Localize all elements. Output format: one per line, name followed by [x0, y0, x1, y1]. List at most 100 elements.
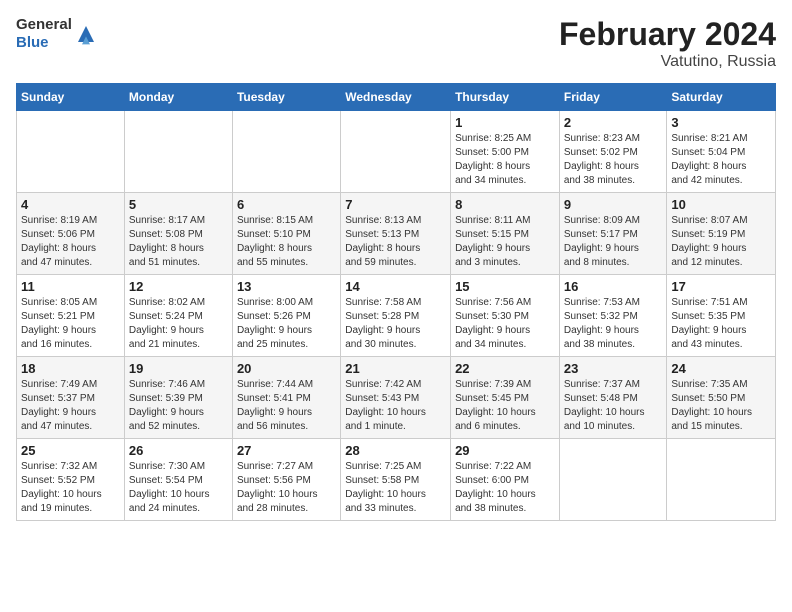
day-info: Sunrise: 8:23 AMSunset: 5:02 PMDaylight:…: [564, 132, 663, 188]
day-number: 18: [21, 361, 120, 376]
day-info: Sunrise: 7:58 AMSunset: 5:28 PMDaylight:…: [345, 296, 446, 352]
calendar-body: 1 Sunrise: 8:25 AMSunset: 5:00 PMDaylight…: [17, 111, 776, 521]
calendar-week-row: 1 Sunrise: 8:25 AMSunset: 5:00 PMDaylight…: [17, 111, 776, 193]
day-info: Sunrise: 7:30 AMSunset: 5:54 PMDaylight:…: [129, 460, 228, 516]
day-number: 19: [129, 361, 228, 376]
calendar-cell: 16 Sunrise: 7:53 AMSunset: 5:32 PMDayligh…: [559, 275, 667, 357]
logo-general: General: [16, 16, 72, 34]
day-info: Sunrise: 8:25 AMSunset: 5:00 PMDaylight:…: [455, 132, 555, 188]
calendar-cell: 14 Sunrise: 7:58 AMSunset: 5:28 PMDayligh…: [341, 275, 451, 357]
calendar-cell: 18 Sunrise: 7:49 AMSunset: 5:37 PMDayligh…: [17, 357, 125, 439]
day-number: 12: [129, 279, 228, 294]
day-info: Sunrise: 7:27 AMSunset: 5:56 PMDaylight:…: [237, 460, 336, 516]
calendar-cell: 8Sunrise: 8:11 AMSunset: 5:15 PMDaylight…: [451, 193, 560, 275]
day-info: Sunrise: 8:00 AMSunset: 5:26 PMDaylight:…: [237, 296, 336, 352]
calendar-cell: 13 Sunrise: 8:00 AMSunset: 5:26 PMDayligh…: [232, 275, 340, 357]
day-info: Sunrise: 7:46 AMSunset: 5:39 PMDaylight:…: [129, 378, 228, 434]
page-subtitle: Vatutino, Russia: [559, 53, 776, 71]
day-info: Sunrise: 8:19 AMSunset: 5:06 PMDaylight:…: [21, 214, 120, 270]
day-number: 16: [564, 279, 663, 294]
day-number: 1: [455, 115, 555, 130]
calendar-cell: 22Sunrise: 7:39 AMSunset: 5:45 PMDayligh…: [451, 357, 560, 439]
calendar-cell: [124, 111, 232, 193]
calendar-cell: 26Sunrise: 7:30 AMSunset: 5:54 PMDayligh…: [124, 439, 232, 521]
day-number: 24: [671, 361, 771, 376]
day-number: 9: [564, 197, 663, 212]
day-number: 7: [345, 197, 446, 212]
day-number: 2: [564, 115, 663, 130]
calendar-week-row: 18 Sunrise: 7:49 AMSunset: 5:37 PMDayligh…: [17, 357, 776, 439]
calendar-cell: 11 Sunrise: 8:05 AMSunset: 5:21 PMDayligh…: [17, 275, 125, 357]
calendar-cell: 15 Sunrise: 7:56 AMSunset: 5:30 PMDayligh…: [451, 275, 560, 357]
weekday-header: Friday: [559, 84, 667, 111]
day-info: Sunrise: 7:51 AMSunset: 5:35 PMDaylight:…: [671, 296, 771, 352]
logo-text: General Blue: [16, 16, 72, 52]
weekday-header: Thursday: [451, 84, 560, 111]
calendar-cell: 3 Sunrise: 8:21 AMSunset: 5:04 PMDaylight…: [667, 111, 776, 193]
calendar-cell: 10 Sunrise: 8:07 AMSunset: 5:19 PMDayligh…: [667, 193, 776, 275]
day-info: Sunrise: 7:25 AMSunset: 5:58 PMDaylight:…: [345, 460, 446, 516]
calendar-cell: 7 Sunrise: 8:13 AMSunset: 5:13 PMDaylight…: [341, 193, 451, 275]
calendar-cell: [341, 111, 451, 193]
day-info: Sunrise: 7:56 AMSunset: 5:30 PMDaylight:…: [455, 296, 555, 352]
day-number: 8: [455, 197, 555, 212]
day-info: Sunrise: 7:42 AMSunset: 5:43 PMDaylight:…: [345, 378, 446, 434]
logo-blue: Blue: [16, 34, 72, 52]
calendar-cell: 21 Sunrise: 7:42 AMSunset: 5:43 PMDayligh…: [341, 357, 451, 439]
calendar-cell: [559, 439, 667, 521]
day-number: 23: [564, 361, 663, 376]
day-info: Sunrise: 7:49 AMSunset: 5:37 PMDaylight:…: [21, 378, 120, 434]
day-info: Sunrise: 8:09 AMSunset: 5:17 PMDaylight:…: [564, 214, 663, 270]
day-number: 20: [237, 361, 336, 376]
calendar-table: SundayMondayTuesdayWednesdayThursdayFrid…: [16, 83, 776, 521]
calendar-cell: 25Sunrise: 7:32 AMSunset: 5:52 PMDayligh…: [17, 439, 125, 521]
day-info: Sunrise: 7:37 AMSunset: 5:48 PMDaylight:…: [564, 378, 663, 434]
day-number: 3: [671, 115, 771, 130]
day-number: 6: [237, 197, 336, 212]
calendar-cell: 2 Sunrise: 8:23 AMSunset: 5:02 PMDaylight…: [559, 111, 667, 193]
calendar-cell: 20 Sunrise: 7:44 AMSunset: 5:41 PMDayligh…: [232, 357, 340, 439]
logo: General Blue: [16, 16, 98, 52]
calendar-header: SundayMondayTuesdayWednesdayThursdayFrid…: [17, 84, 776, 111]
day-number: 17: [671, 279, 771, 294]
logo-icon: [74, 22, 98, 46]
day-number: 5: [129, 197, 228, 212]
day-info: Sunrise: 7:53 AMSunset: 5:32 PMDaylight:…: [564, 296, 663, 352]
day-info: Sunrise: 8:13 AMSunset: 5:13 PMDaylight:…: [345, 214, 446, 270]
calendar-cell: [667, 439, 776, 521]
day-info: Sunrise: 8:07 AMSunset: 5:19 PMDaylight:…: [671, 214, 771, 270]
day-number: 27: [237, 443, 336, 458]
weekday-header: Wednesday: [341, 84, 451, 111]
day-number: 4: [21, 197, 120, 212]
day-number: 21: [345, 361, 446, 376]
calendar-cell: 24Sunrise: 7:35 AMSunset: 5:50 PMDayligh…: [667, 357, 776, 439]
day-info: Sunrise: 7:32 AMSunset: 5:52 PMDaylight:…: [21, 460, 120, 516]
day-number: 13: [237, 279, 336, 294]
day-info: Sunrise: 8:17 AMSunset: 5:08 PMDaylight:…: [129, 214, 228, 270]
calendar-cell: 9 Sunrise: 8:09 AMSunset: 5:17 PMDaylight…: [559, 193, 667, 275]
day-number: 10: [671, 197, 771, 212]
calendar-week-row: 4 Sunrise: 8:19 AMSunset: 5:06 PMDaylight…: [17, 193, 776, 275]
calendar-cell: [232, 111, 340, 193]
day-info: Sunrise: 8:15 AMSunset: 5:10 PMDaylight:…: [237, 214, 336, 270]
day-number: 15: [455, 279, 555, 294]
weekday-header: Monday: [124, 84, 232, 111]
day-number: 11: [21, 279, 120, 294]
page-header: General Blue February 2024 Vatutino, Rus…: [16, 16, 776, 71]
day-info: Sunrise: 7:44 AMSunset: 5:41 PMDaylight:…: [237, 378, 336, 434]
calendar-cell: 12Sunrise: 8:02 AMSunset: 5:24 PMDayligh…: [124, 275, 232, 357]
day-number: 28: [345, 443, 446, 458]
weekday-header: Tuesday: [232, 84, 340, 111]
calendar-cell: 6 Sunrise: 8:15 AMSunset: 5:10 PMDaylight…: [232, 193, 340, 275]
calendar-cell: 27 Sunrise: 7:27 AMSunset: 5:56 PMDayligh…: [232, 439, 340, 521]
day-info: Sunrise: 8:05 AMSunset: 5:21 PMDaylight:…: [21, 296, 120, 352]
calendar-cell: 23 Sunrise: 7:37 AMSunset: 5:48 PMDayligh…: [559, 357, 667, 439]
calendar-cell: 4 Sunrise: 8:19 AMSunset: 5:06 PMDaylight…: [17, 193, 125, 275]
calendar-week-row: 11 Sunrise: 8:05 AMSunset: 5:21 PMDayligh…: [17, 275, 776, 357]
calendar-cell: 1 Sunrise: 8:25 AMSunset: 5:00 PMDaylight…: [451, 111, 560, 193]
day-info: Sunrise: 7:39 AMSunset: 5:45 PMDaylight:…: [455, 378, 555, 434]
weekday-header-row: SundayMondayTuesdayWednesdayThursdayFrid…: [17, 84, 776, 111]
day-number: 14: [345, 279, 446, 294]
day-info: Sunrise: 8:21 AMSunset: 5:04 PMDaylight:…: [671, 132, 771, 188]
calendar-cell: 29Sunrise: 7:22 AMSunset: 6:00 PMDayligh…: [451, 439, 560, 521]
